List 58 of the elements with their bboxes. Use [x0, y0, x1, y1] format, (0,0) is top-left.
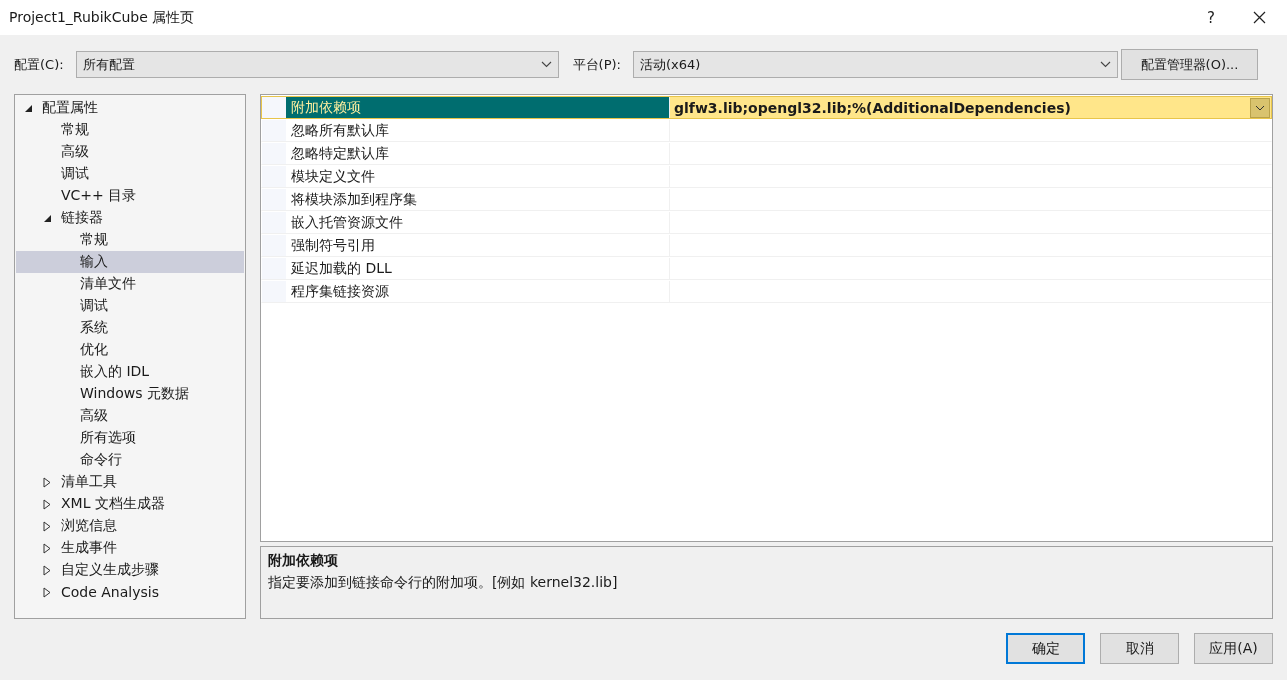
- property-row[interactable]: 强制符号引用: [261, 234, 1272, 257]
- platform-label: 平台(P):: [572, 55, 621, 74]
- help-button[interactable]: ?: [1187, 0, 1235, 35]
- tree-item[interactable]: VC++ 目录: [16, 185, 244, 207]
- tree-item[interactable]: 调试: [16, 295, 244, 317]
- property-value: glfw3.lib;opengl32.lib;%(AdditionalDependencies): [674, 99, 1071, 116]
- config-manager-button[interactable]: 配置管理器(O)...: [1121, 49, 1258, 80]
- tree-item[interactable]: 清单文件: [16, 273, 244, 295]
- property-row[interactable]: 忽略所有默认库: [261, 119, 1272, 142]
- collapsed-icon[interactable]: [43, 520, 51, 532]
- dialog-button[interactable]: 取消: [1100, 633, 1179, 664]
- tree-item[interactable]: 浏览信息: [16, 515, 244, 537]
- config-dropdown[interactable]: 所有配置: [75, 51, 559, 78]
- property-row[interactable]: 将模块添加到程序集: [261, 188, 1272, 211]
- dialog-button[interactable]: 应用(A): [1194, 633, 1273, 664]
- close-icon[interactable]: [1252, 11, 1266, 24]
- expanded-icon[interactable]: [24, 103, 33, 113]
- tree-item[interactable]: Windows 元数据: [16, 383, 244, 405]
- tree-item[interactable]: 高级: [16, 141, 244, 163]
- property-row[interactable]: 模块定义文件: [261, 165, 1272, 188]
- tree-item[interactable]: 常规: [16, 229, 244, 251]
- tree-item[interactable]: 链接器: [16, 207, 244, 229]
- tree-item[interactable]: 生成事件: [16, 537, 244, 559]
- description-text: 指定要添加到链接命令行的附加项。[例如 kernel32.lib]: [268, 574, 619, 592]
- chevron-down-icon: [1255, 104, 1265, 111]
- property-row[interactable]: 嵌入托管资源文件: [261, 211, 1272, 234]
- collapsed-icon[interactable]: [43, 498, 51, 510]
- chevron-down-icon: [1100, 61, 1111, 68]
- property-row[interactable]: 附加依赖项 glfw3.lib;opengl32.lib;%(AdditionalDependencies): [261, 96, 1272, 119]
- tree-item[interactable]: 输入: [16, 251, 244, 273]
- tree-item[interactable]: XML 文档生成器: [16, 493, 244, 515]
- tree-item[interactable]: 高级: [16, 405, 244, 427]
- chevron-down-icon: [540, 61, 552, 68]
- tree-item[interactable]: 配置属性: [16, 97, 244, 119]
- tree-item[interactable]: 自定义生成步骤: [16, 559, 244, 581]
- property-row[interactable]: 程序集链接资源: [261, 280, 1272, 303]
- expanded-icon[interactable]: [43, 213, 52, 223]
- config-label: 配置(C):: [14, 55, 64, 74]
- tree-item[interactable]: 常规: [16, 119, 244, 141]
- property-name: 附加依赖项: [286, 97, 670, 118]
- tree-item[interactable]: 优化: [16, 339, 244, 361]
- platform-dropdown[interactable]: 活动(x64): [633, 51, 1118, 78]
- collapsed-icon[interactable]: [43, 564, 51, 576]
- property-row[interactable]: 延迟加载的 DLL: [261, 257, 1272, 280]
- tree-item[interactable]: 系统: [16, 317, 244, 339]
- window-title: Project1_RubikCube 属性页: [9, 8, 196, 27]
- tree-item[interactable]: 命令行: [16, 449, 244, 471]
- description-title: 附加依赖项: [268, 552, 339, 570]
- tree-item[interactable]: Code Analysis: [16, 581, 244, 603]
- tree-item[interactable]: 嵌入的 IDL: [16, 361, 244, 383]
- tree-item[interactable]: 调试: [16, 163, 244, 185]
- collapsed-icon[interactable]: [43, 542, 51, 554]
- property-row[interactable]: 忽略特定默认库: [261, 142, 1272, 165]
- tree-item[interactable]: 清单工具: [16, 471, 244, 493]
- dialog-button[interactable]: 确定: [1006, 633, 1085, 664]
- tree-item[interactable]: 所有选项: [16, 427, 244, 449]
- collapsed-icon[interactable]: [43, 586, 51, 598]
- collapsed-icon[interactable]: [43, 476, 51, 488]
